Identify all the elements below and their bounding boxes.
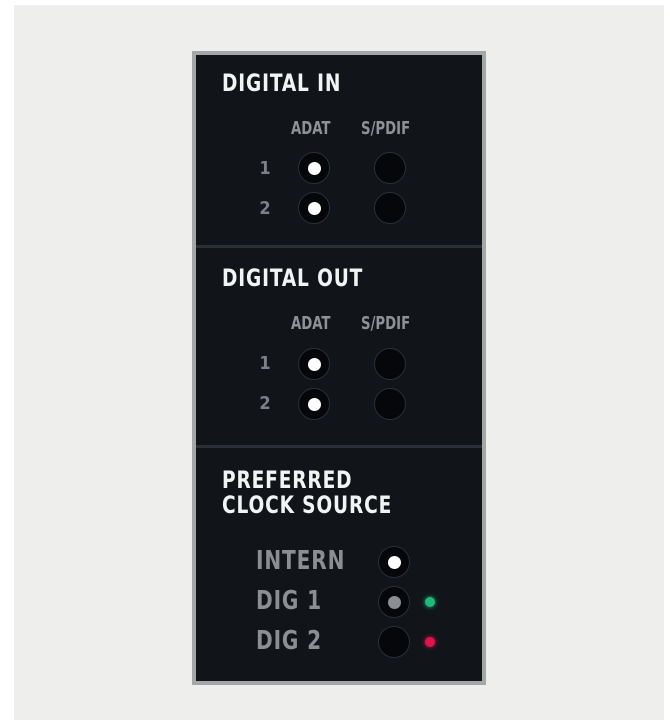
digital-out-adat-2-led[interactable] — [298, 388, 330, 420]
clock-source-section: PREFERRED CLOCK SOURCE INTERN DIG 1 DIG … — [196, 448, 482, 681]
led-indicator — [307, 161, 321, 175]
clock-title-line1: PREFERRED — [222, 466, 353, 494]
led-indicator — [387, 555, 401, 569]
led-indicator — [307, 357, 321, 371]
digital-out-adat-label: ADAT — [291, 313, 331, 334]
digital-in-row-2-label: 2 — [259, 198, 271, 219]
clock-intern-led[interactable] — [378, 546, 410, 578]
clock-option-dig1-label: DIG 1 — [256, 586, 322, 616]
digital-out-title: DIGITAL OUT — [222, 264, 364, 292]
led-indicator — [307, 201, 321, 215]
digital-out-spdif-1-led[interactable] — [374, 348, 406, 380]
digital-in-row-1-label: 1 — [259, 158, 271, 179]
dig1-status-led — [425, 597, 435, 607]
digital-in-spdif-2-led[interactable] — [374, 192, 406, 224]
digital-out-spdif-2-led[interactable] — [374, 388, 406, 420]
led-indicator — [387, 595, 401, 609]
digital-in-adat-1-led[interactable] — [298, 152, 330, 184]
clock-option-intern-label: INTERN — [256, 546, 346, 576]
digital-in-section: DIGITAL IN ADAT S/PDIF 1 2 — [196, 55, 482, 245]
digital-in-title: DIGITAL IN — [222, 69, 342, 97]
dig2-status-led — [425, 637, 435, 647]
clock-title-line2: CLOCK SOURCE — [222, 491, 393, 519]
digital-in-adat-2-led[interactable] — [298, 192, 330, 224]
digital-io-panel: DIGITAL IN ADAT S/PDIF 1 2 DIGITAL OUT A… — [192, 51, 486, 685]
clock-dig2-led[interactable] — [378, 626, 410, 658]
digital-out-row-2-label: 2 — [259, 393, 271, 414]
digital-in-adat-label: ADAT — [291, 118, 331, 139]
digital-in-spdif-label: S/PDIF — [361, 118, 411, 139]
panel-body: DIGITAL IN ADAT S/PDIF 1 2 DIGITAL OUT A… — [196, 55, 482, 681]
digital-out-row-1-label: 1 — [259, 353, 271, 374]
clock-option-dig2-label: DIG 2 — [256, 626, 322, 656]
clock-dig1-led[interactable] — [378, 586, 410, 618]
digital-in-spdif-1-led[interactable] — [374, 152, 406, 184]
led-indicator — [307, 397, 321, 411]
digital-out-section: DIGITAL OUT ADAT S/PDIF 1 2 — [196, 248, 482, 445]
digital-out-spdif-label: S/PDIF — [361, 313, 411, 334]
digital-out-adat-1-led[interactable] — [298, 348, 330, 380]
